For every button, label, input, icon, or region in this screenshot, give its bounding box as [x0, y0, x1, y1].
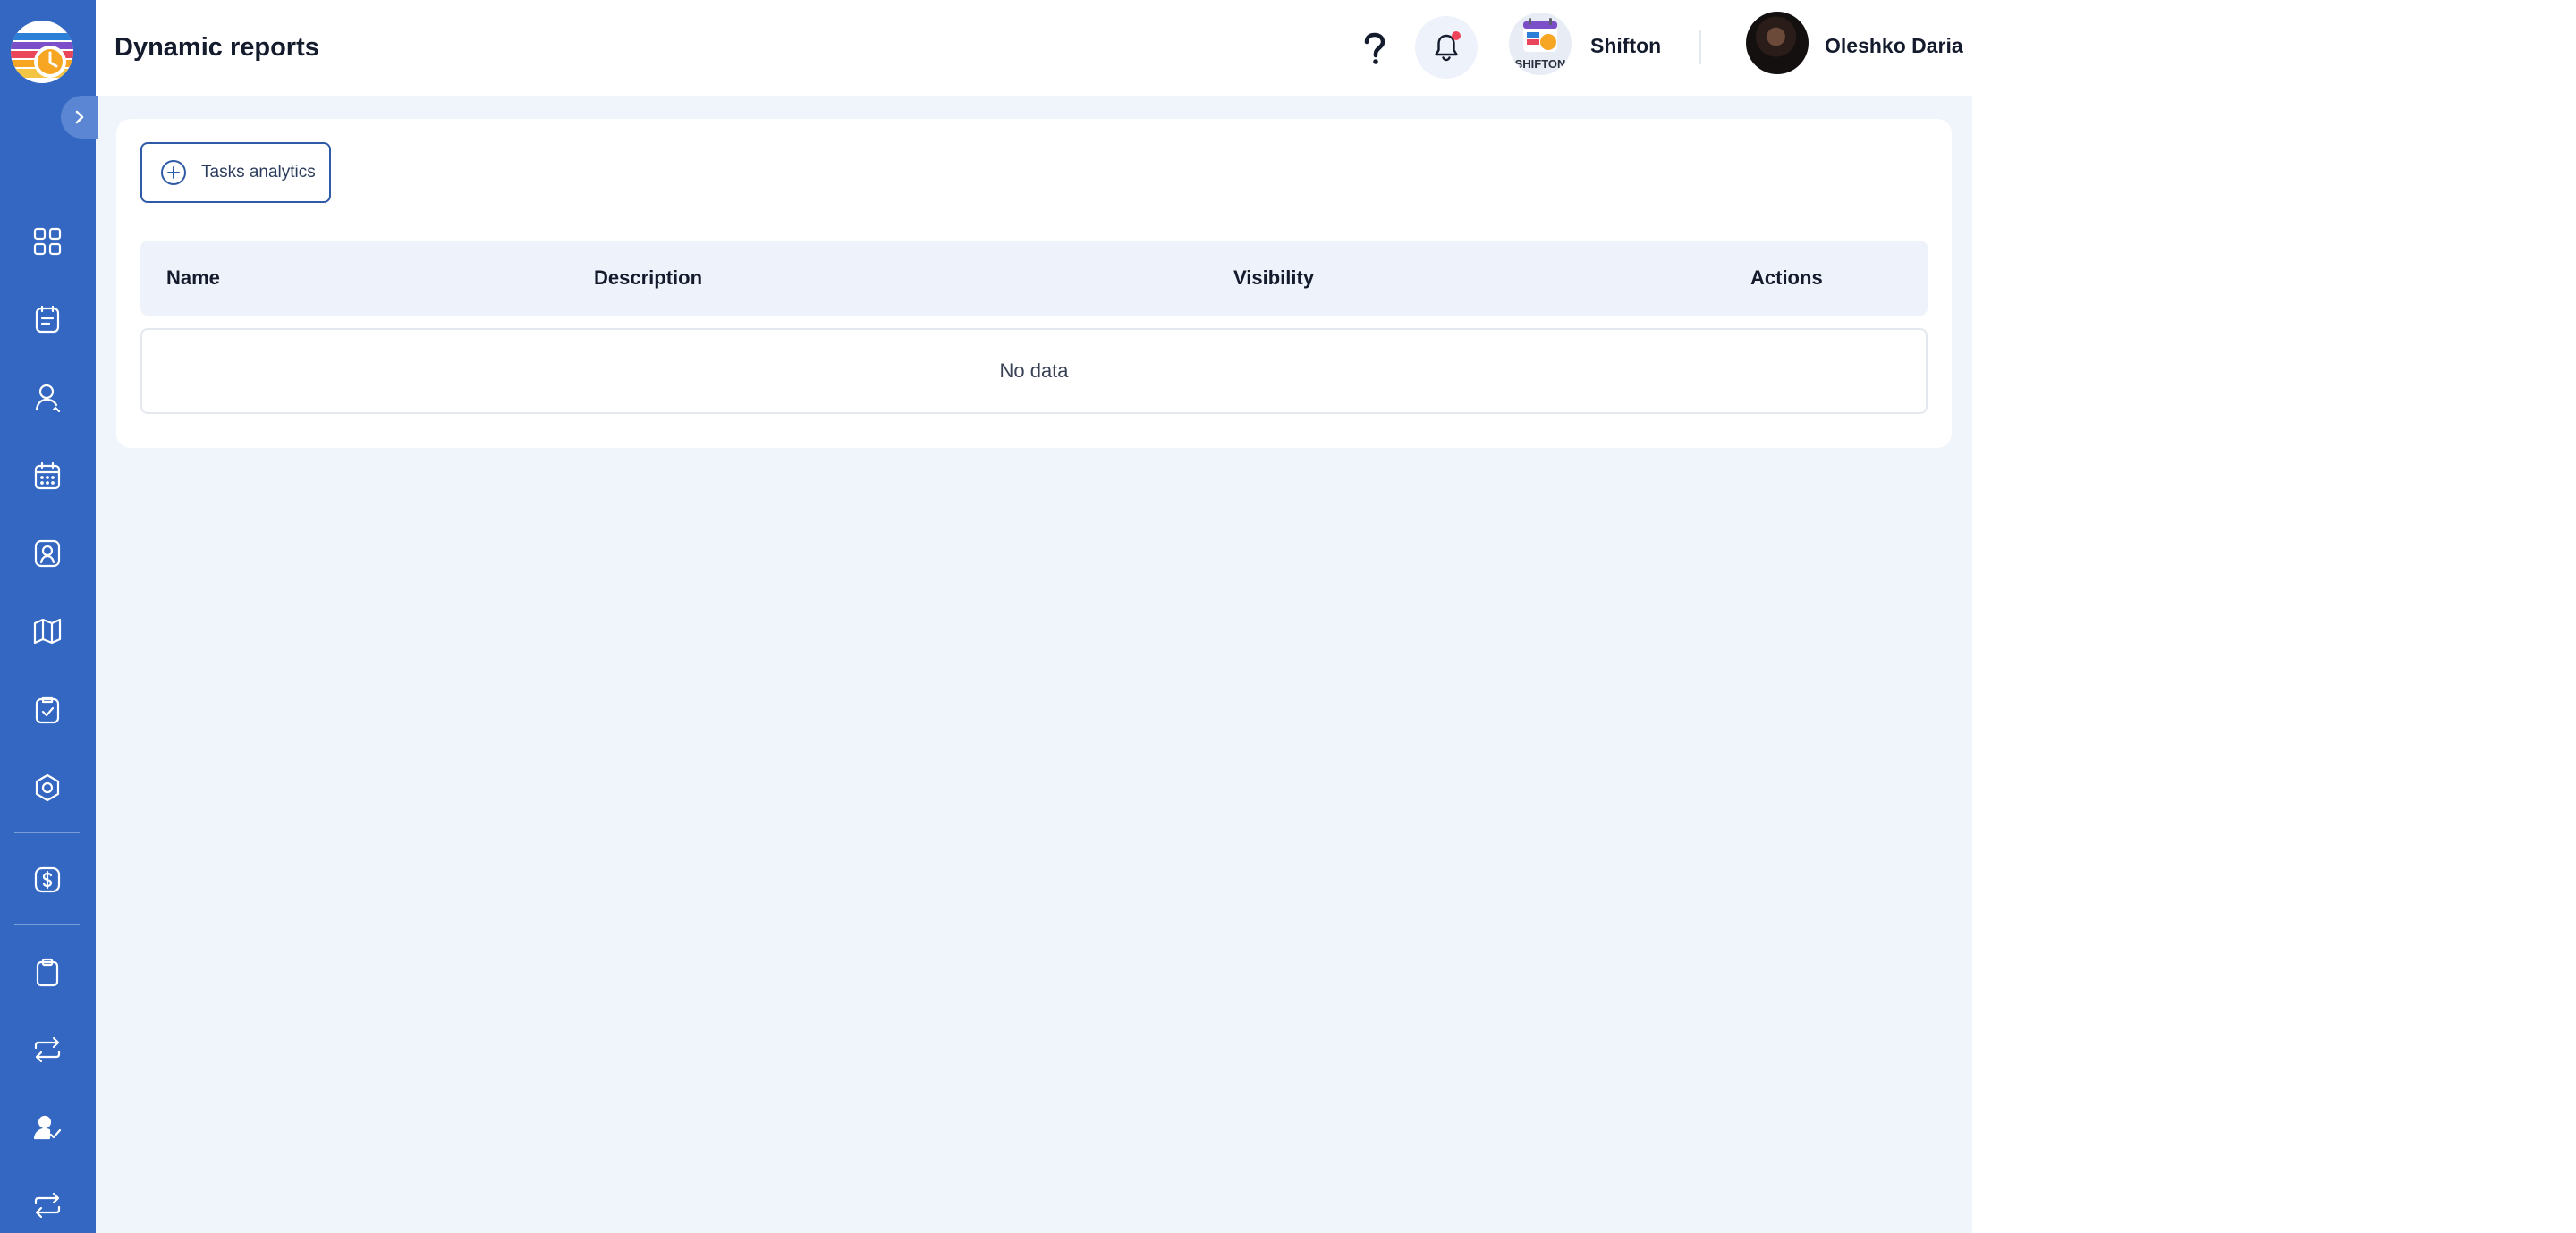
tasks-icon[interactable] [30, 302, 64, 336]
chevron-right-icon [75, 110, 84, 124]
add-report-button[interactable]: Tasks analytics [140, 142, 331, 203]
notification-dot [1452, 31, 1461, 40]
add-report-label: Tasks analytics [201, 163, 316, 182]
map-icon[interactable] [30, 614, 64, 648]
notifications-button[interactable] [1415, 16, 1478, 79]
column-header-name[interactable]: Name [166, 266, 220, 290]
company-logo[interactable]: SHIFTON [1509, 13, 1572, 75]
repeat-icon[interactable] [30, 1033, 64, 1067]
sidebar-divider [14, 924, 80, 925]
avatar[interactable] [1746, 12, 1809, 74]
employees-icon[interactable] [30, 380, 64, 414]
column-header-visibility[interactable]: Visibility [1233, 266, 1314, 290]
user-name[interactable]: Oleshko Daria [1825, 34, 1963, 58]
help-button[interactable] [1343, 18, 1406, 80]
top-header: Dynamic reports SHIFTON Shifton Oleshko … [96, 0, 1972, 96]
clipboard-icon[interactable] [30, 955, 64, 989]
header-divider [1699, 30, 1701, 64]
sidebar [0, 0, 98, 1233]
hexagon-settings-icon[interactable] [30, 771, 64, 805]
repeat-alt-icon[interactable] [30, 1188, 64, 1222]
column-header-actions: Actions [1750, 266, 1823, 289]
clipboard-check-icon[interactable] [30, 692, 64, 726]
page-title: Dynamic reports [114, 33, 319, 62]
svg-text:SHIFTON: SHIFTON [1515, 57, 1566, 71]
plus-circle-icon [161, 160, 186, 185]
user-check-icon[interactable] [30, 1111, 64, 1144]
badge-icon[interactable] [30, 536, 64, 570]
app-root: Dynamic reports SHIFTON Shifton Oleshko … [0, 0, 1972, 1233]
reports-card: Tasks analytics Name Description Visibil… [116, 119, 1952, 448]
table-header: Name Description Visibility Actions [140, 241, 1928, 316]
table-empty-state: No data [140, 328, 1928, 414]
empty-state-text: No data [999, 359, 1069, 382]
column-header-description[interactable]: Description [594, 266, 702, 290]
logo-icon[interactable] [11, 21, 73, 83]
company-name[interactable]: Shifton [1590, 34, 1661, 58]
question-mark-icon [1364, 32, 1385, 64]
sidebar-divider [14, 832, 80, 833]
dashboard-grid-icon[interactable] [30, 224, 64, 258]
dollar-icon[interactable] [30, 863, 64, 897]
sidebar-expand-button[interactable] [61, 96, 98, 139]
calendar-icon[interactable] [30, 459, 64, 493]
